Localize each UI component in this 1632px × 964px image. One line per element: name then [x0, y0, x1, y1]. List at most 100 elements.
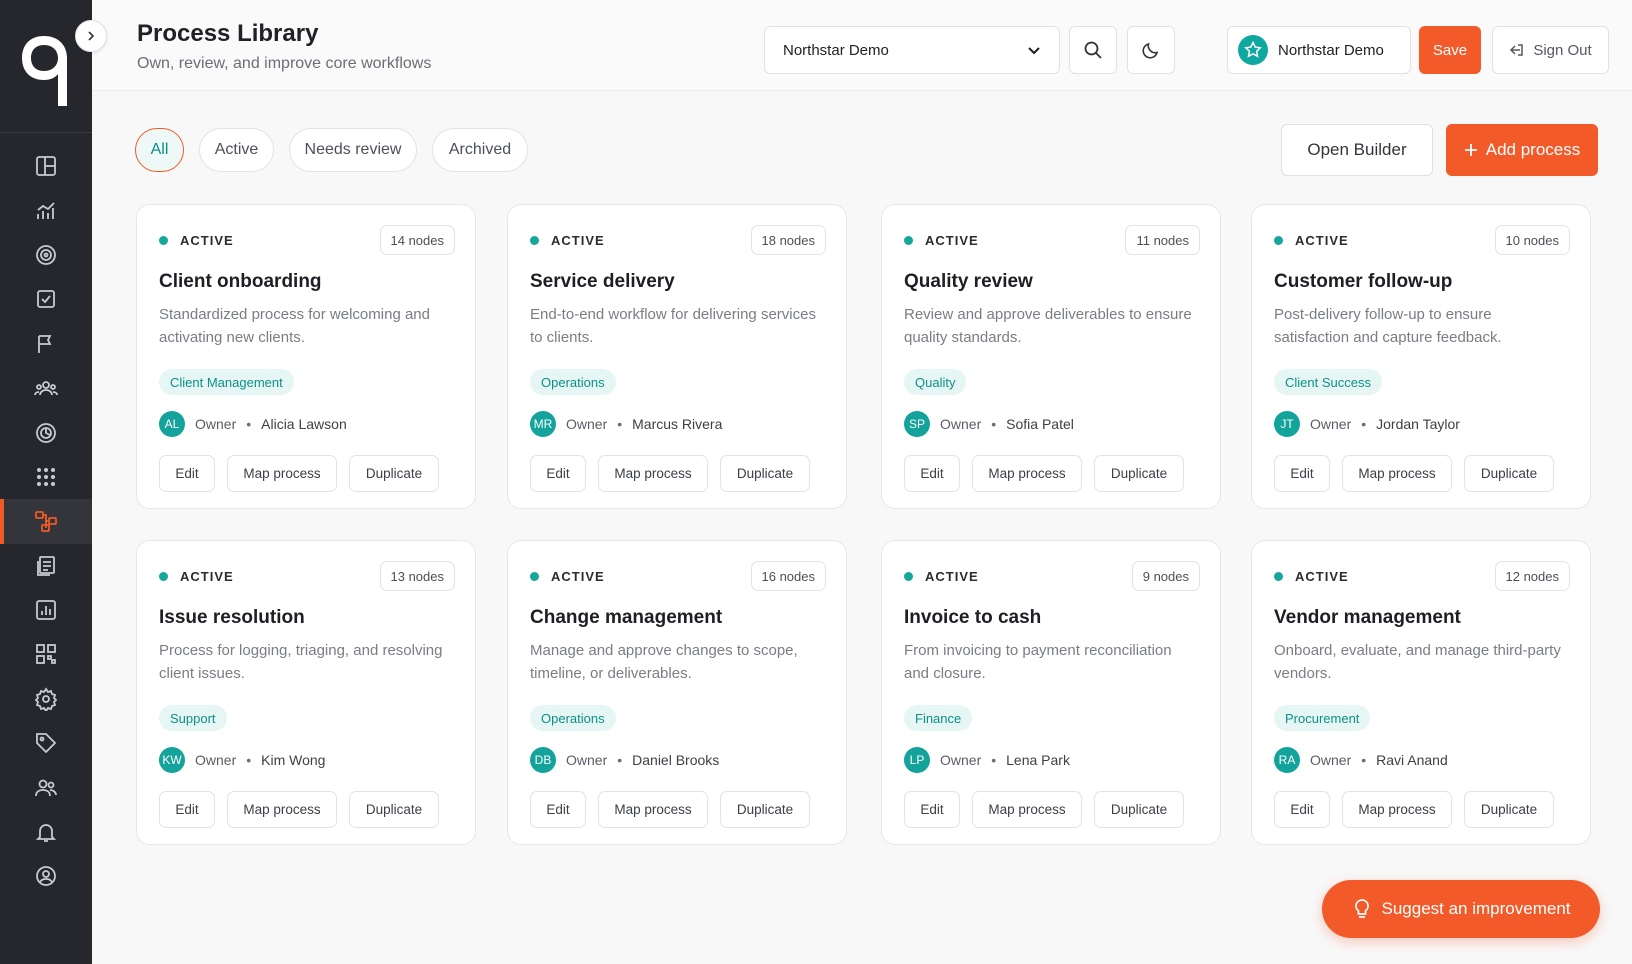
map-process-button[interactable]: Map process — [227, 455, 337, 492]
sidebar-item-profile[interactable] — [0, 854, 92, 898]
filter-needs-review[interactable]: Needs review — [289, 128, 417, 172]
map-process-button[interactable]: Map process — [598, 791, 708, 828]
sidebar-item-goals[interactable] — [0, 410, 92, 454]
page-title: Process Library — [137, 20, 319, 47]
process-description: Review and approve deliverables to ensur… — [904, 306, 1192, 346]
sidebar-item-tags[interactable] — [0, 721, 92, 765]
duplicate-button[interactable]: Duplicate — [1094, 791, 1184, 828]
edit-button[interactable]: Edit — [904, 791, 960, 828]
sidebar-item-flag[interactable] — [0, 322, 92, 366]
edit-button[interactable]: Edit — [530, 455, 586, 492]
sidebar-item-team[interactable] — [0, 366, 92, 410]
sidebar — [0, 0, 92, 964]
filter-all[interactable]: All — [135, 128, 184, 172]
map-process-button[interactable]: Map process — [972, 791, 1082, 828]
owner-label: Owner — [566, 752, 608, 768]
suggest-improvement-button[interactable]: Suggest an improvement — [1322, 880, 1600, 938]
collapse-sidebar-button[interactable] — [75, 20, 107, 52]
process-card[interactable]: ACTIVE 18 nodes Service delivery End-to-… — [507, 204, 847, 509]
separator-dot: • — [1361, 752, 1367, 768]
sidebar-item-dashboard[interactable] — [0, 144, 92, 188]
profile-icon — [36, 866, 56, 887]
sidebar-item-integrations[interactable] — [0, 632, 92, 676]
process-card[interactable]: ACTIVE 11 nodes Quality review Review an… — [881, 204, 1221, 509]
edit-button[interactable]: Edit — [1274, 455, 1330, 492]
dark-mode-toggle[interactable] — [1127, 26, 1175, 74]
duplicate-button[interactable]: Duplicate — [1464, 791, 1554, 828]
separator-dot: • — [1361, 416, 1367, 432]
sidebar-item-apps[interactable] — [0, 455, 92, 499]
map-process-button[interactable]: Map process — [1342, 455, 1452, 492]
search-button[interactable] — [1069, 26, 1117, 74]
filter-archived[interactable]: Archived — [432, 128, 528, 172]
status-badge: ACTIVE — [530, 233, 605, 248]
process-card[interactable]: ACTIVE 14 nodes Client onboarding Standa… — [136, 204, 476, 509]
owner-row: JT Owner • Jordan Taylor — [1274, 411, 1460, 437]
sidebar-item-reports[interactable] — [0, 588, 92, 632]
map-process-button[interactable]: Map process — [227, 791, 337, 828]
card-actions: Edit Map process Duplicate — [904, 791, 1184, 828]
sidebar-item-analytics[interactable] — [0, 188, 92, 232]
process-name[interactable]: Service delivery — [530, 271, 675, 293]
sidebar-item-settings[interactable] — [0, 677, 92, 721]
process-card[interactable]: ACTIVE 12 nodes Vendor management Onboar… — [1251, 540, 1591, 845]
node-count-badge: 11 nodes — [1125, 225, 1200, 255]
process-name[interactable]: Vendor management — [1274, 607, 1461, 629]
owner-label: Owner — [195, 416, 237, 432]
process-card[interactable]: ACTIVE 9 nodes Invoice to cash From invo… — [881, 540, 1221, 845]
sidebar-item-process[interactable] — [0, 499, 92, 544]
logo-mark-icon — [22, 36, 67, 106]
dashboard-icon — [36, 156, 56, 177]
sidebar-item-notifications[interactable] — [0, 810, 92, 854]
workspace-select[interactable]: Northstar Demo — [764, 26, 1060, 74]
duplicate-button[interactable]: Duplicate — [1094, 455, 1184, 492]
node-count-badge: 16 nodes — [750, 561, 826, 591]
edit-button[interactable]: Edit — [159, 455, 215, 492]
process-name[interactable]: Issue resolution — [159, 607, 305, 629]
edit-button[interactable]: Edit — [1274, 791, 1330, 828]
sidebar-item-users[interactable] — [0, 765, 92, 809]
process-name[interactable]: Change management — [530, 607, 722, 629]
save-button[interactable]: Save — [1419, 26, 1481, 74]
process-card[interactable]: ACTIVE 10 nodes Customer follow-up Post-… — [1251, 204, 1591, 509]
duplicate-button[interactable]: Duplicate — [720, 791, 810, 828]
process-card[interactable]: ACTIVE 16 nodes Change management Manage… — [507, 540, 847, 845]
duplicate-button[interactable]: Duplicate — [349, 455, 439, 492]
chevron-right-icon — [88, 31, 95, 41]
process-name[interactable]: Client onboarding — [159, 271, 322, 293]
duplicate-button[interactable]: Duplicate — [349, 791, 439, 828]
edit-button[interactable]: Edit — [159, 791, 215, 828]
owner-label: Owner — [195, 752, 237, 768]
sidebar-item-checklist[interactable] — [0, 277, 92, 321]
map-process-button[interactable]: Map process — [598, 455, 708, 492]
open-builder-button[interactable]: Open Builder — [1281, 124, 1433, 176]
org-avatar — [1238, 35, 1268, 65]
sidebar-item-documents[interactable] — [0, 544, 92, 588]
sign-out-label: Sign Out — [1533, 41, 1592, 59]
owner-name: Lena Park — [1006, 752, 1070, 768]
category-tag: Finance — [904, 705, 973, 731]
process-name[interactable]: Customer follow-up — [1274, 271, 1452, 293]
process-description: Post-delivery follow-up to ensure satisf… — [1274, 306, 1502, 346]
duplicate-button[interactable]: Duplicate — [1464, 455, 1554, 492]
node-count-badge: 9 nodes — [1131, 561, 1200, 591]
edit-button[interactable]: Edit — [904, 455, 960, 492]
sidebar-item-target[interactable] — [0, 233, 92, 277]
map-process-button[interactable]: Map process — [1342, 791, 1452, 828]
reports-icon — [36, 600, 56, 620]
org-switcher[interactable]: Northstar Demo — [1227, 26, 1411, 74]
map-process-button[interactable]: Map process — [972, 455, 1082, 492]
status-label: ACTIVE — [180, 233, 234, 248]
status-badge: ACTIVE — [904, 233, 979, 248]
category-tag: Operations — [530, 369, 616, 395]
node-count-badge: 14 nodes — [379, 225, 455, 255]
app-logo[interactable] — [0, 0, 92, 133]
add-process-button[interactable]: Add process — [1446, 124, 1598, 176]
process-name[interactable]: Invoice to cash — [904, 607, 1041, 629]
process-name[interactable]: Quality review — [904, 271, 1033, 293]
filter-active[interactable]: Active — [199, 128, 274, 172]
duplicate-button[interactable]: Duplicate — [720, 455, 810, 492]
sign-out-button[interactable]: Sign Out — [1492, 26, 1609, 74]
process-card[interactable]: ACTIVE 13 nodes Issue resolution Process… — [136, 540, 476, 845]
edit-button[interactable]: Edit — [530, 791, 586, 828]
